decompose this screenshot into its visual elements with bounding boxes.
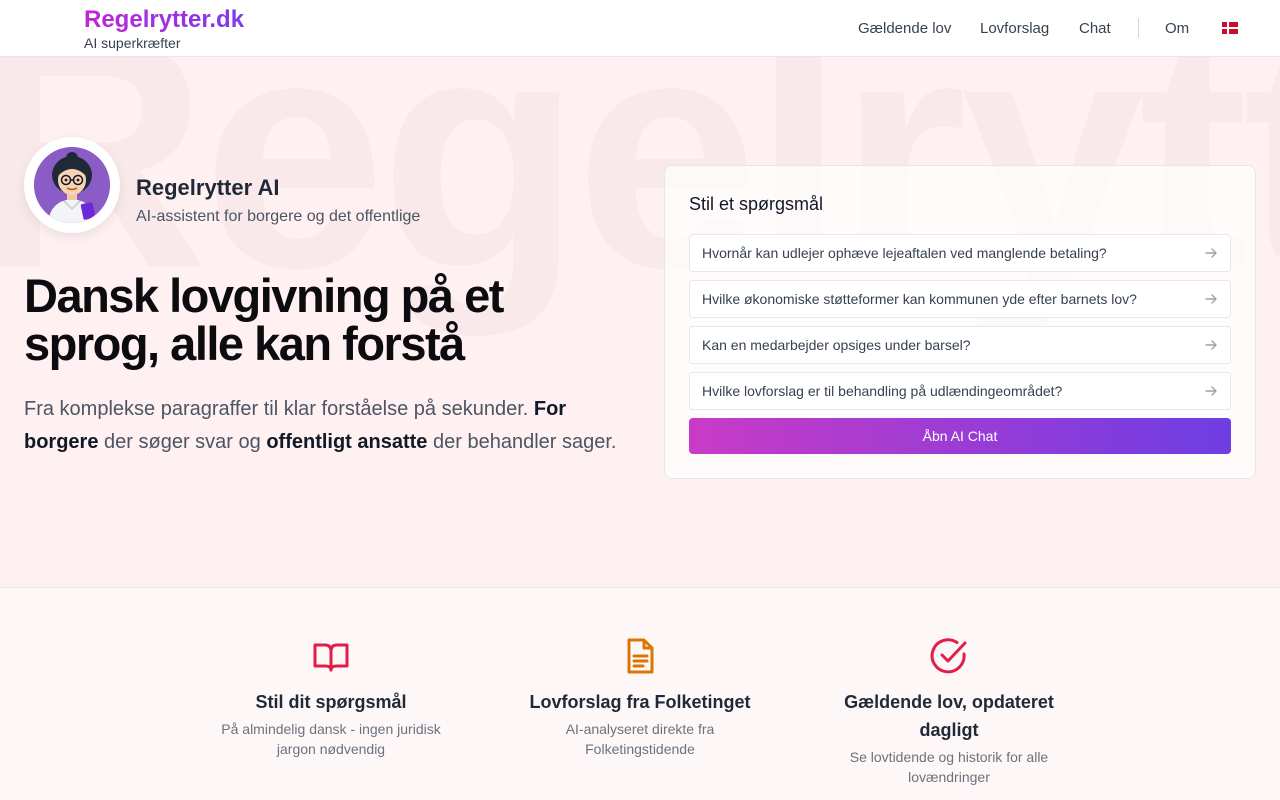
nav-link-gaeldende-lov[interactable]: Gældende lov (858, 20, 951, 37)
book-open-icon (313, 643, 349, 672)
hero-heading: Dansk lovgivning på et sprog, alle kan f… (24, 269, 504, 370)
feature-gaeldende-lov: Gældende lov, opdateret dagligt Se lovti… (824, 636, 1074, 787)
feature-title: Lovforslag fra Folketinget (529, 692, 751, 712)
feature-ask-question: Stil dit spørgsmål På almindelig dansk -… (206, 636, 456, 759)
hero-description-text-1: Fra komplekse paragraffer til klar forst… (24, 398, 534, 420)
feature-description: På almindelig dansk - ingen juridisk jar… (221, 721, 441, 757)
site-header: Regelrytter.dk AI superkræfter Gældende … (0, 0, 1280, 57)
question-text: Hvornår kan udlejer ophæve lejeaftalen v… (702, 245, 1107, 261)
brand-name[interactable]: Regelrytter.dk (84, 5, 244, 35)
feature-description: AI-analyseret direkte fra Folketingstide… (565, 721, 715, 757)
nav-link-chat[interactable]: Chat (1079, 20, 1111, 37)
question-text: Kan en medarbejder opsiges under barsel? (702, 337, 971, 353)
question-text: Hvilke lovforslag er til behandling på u… (702, 383, 1063, 399)
arrow-right-icon (1205, 340, 1217, 350)
document-icon (627, 638, 654, 674)
assistant-illustration-icon (34, 147, 110, 223)
brand-logo[interactable]: Regelrytter.dk AI superkræfter (84, 5, 244, 51)
danish-flag-icon[interactable] (1222, 22, 1238, 34)
hero-description-text-3: der behandler sager. (427, 431, 617, 453)
question-text: Hvilke økonomiske støtteformer kan kommu… (702, 291, 1137, 307)
ask-card-title: Stil et spørgsmål (689, 194, 824, 214)
feature-title: Stil dit spørgsmål (255, 692, 407, 712)
feature-title: Gældende lov, opdateret dagligt (844, 692, 1054, 740)
nav-link-lovforslag[interactable]: Lovforslag (980, 20, 1049, 37)
feature-lovforslag: Lovforslag fra Folketinget AI-analyseret… (515, 636, 765, 759)
arrow-right-icon (1205, 248, 1217, 258)
open-ai-chat-button[interactable]: Åbn AI Chat (689, 418, 1231, 454)
assistant-avatar-image (34, 147, 110, 223)
features-section: Stil dit spørgsmål På almindelig dansk -… (0, 588, 1280, 800)
feature-description: Se lovtidende og historik for alle lovæn… (849, 749, 1049, 785)
example-question-3[interactable]: Kan en medarbejder opsiges under barsel? (689, 326, 1231, 364)
example-question-1[interactable]: Hvornår kan udlejer ophæve lejeaftalen v… (689, 234, 1231, 272)
hero-section: Regelrytter AI AI-assistent for borgere … (0, 57, 1280, 588)
assistant-subtitle: AI-assistent for borgere og det offentli… (136, 208, 421, 225)
hero-description-bold-2: offentligt ansatte (266, 431, 428, 453)
nav-link-om[interactable]: Om (1165, 20, 1189, 37)
example-question-2[interactable]: Hvilke økonomiske støtteformer kan kommu… (689, 280, 1231, 318)
assistant-name: Regelrytter AI (136, 175, 280, 200)
assistant-avatar (24, 137, 120, 233)
hero-description: Fra komplekse paragraffer til klar forst… (24, 393, 624, 459)
example-question-4[interactable]: Hvilke lovforslag er til behandling på u… (689, 372, 1231, 410)
arrow-right-icon (1205, 386, 1217, 396)
check-circle-icon (930, 638, 967, 674)
arrow-right-icon (1205, 294, 1217, 304)
ask-question-card: Stil et spørgsmål Hvornår kan udlejer op… (664, 165, 1256, 479)
brand-tagline: AI superkræfter (84, 35, 181, 51)
hero-description-text-2: der søger svar og (98, 431, 267, 453)
nav-divider (1138, 18, 1139, 38)
